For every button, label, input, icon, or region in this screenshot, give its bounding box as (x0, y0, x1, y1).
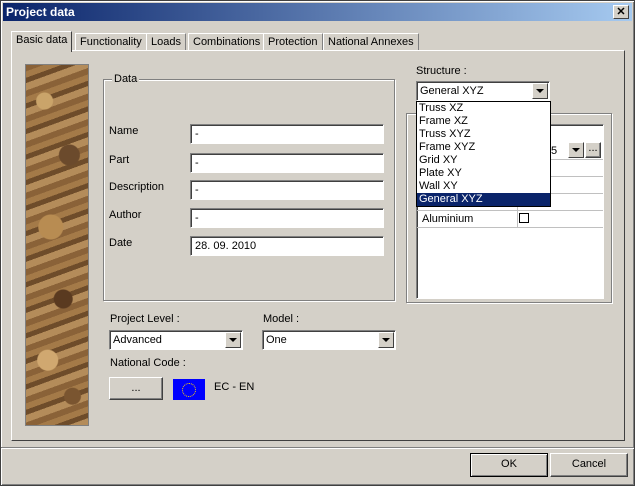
aluminium-label: Aluminium (422, 213, 474, 225)
tab-basic-data[interactable]: Basic data (11, 31, 73, 52)
structure-option[interactable]: Plate XY (417, 167, 550, 180)
title-bar: Project data ✕ (3, 3, 632, 21)
part-label: Part (109, 154, 130, 166)
part-field[interactable]: - (190, 153, 384, 173)
structure-label: Structure : (416, 65, 467, 77)
project-level-value: Advanced (113, 334, 162, 346)
project-level-select[interactable]: Advanced (109, 330, 243, 350)
window-title: Project data (6, 5, 75, 19)
tab-loads[interactable]: Loads (146, 33, 186, 51)
structure-select[interactable]: General XYZ (416, 81, 550, 101)
project-data-dialog: Project data ✕ Basic data Functionality … (0, 0, 635, 486)
author-label: Author (109, 209, 142, 221)
structure-option[interactable]: Frame XYZ (417, 141, 550, 154)
author-field[interactable]: - (190, 208, 384, 228)
structure-selected-value: General XYZ (420, 85, 484, 97)
date-field[interactable]: 28. 09. 2010 (190, 236, 384, 256)
cancel-button-label: Cancel (571, 458, 607, 470)
chevron-down-icon[interactable] (378, 332, 394, 348)
structure-option[interactable]: Grid XY (417, 154, 550, 167)
national-code-label: National Code : (110, 357, 186, 369)
grid-browse-button[interactable]: ... (585, 142, 601, 158)
structure-option[interactable]: Truss XZ (417, 102, 550, 115)
structure-option[interactable]: Wall XY (417, 180, 550, 193)
decorative-picture (25, 64, 89, 426)
data-group-legend: Data (112, 73, 140, 85)
description-label: Description (109, 181, 165, 193)
model-value: One (266, 334, 287, 346)
ok-button-label: OK (501, 458, 517, 470)
tab-combinations[interactable]: Combinations (188, 33, 266, 51)
tab-national-annexes[interactable]: National Annexes (323, 33, 419, 51)
national-code-button-label: ... (131, 382, 141, 394)
national-code-text: EC - EN (214, 381, 255, 393)
close-icon: ✕ (616, 6, 626, 18)
grid-divider (417, 210, 603, 211)
ellipsis-label: ... (588, 142, 598, 154)
structure-option[interactable]: Truss XYZ (417, 128, 550, 141)
tab-functionality[interactable]: Functionality (75, 33, 147, 51)
chevron-down-icon[interactable] (532, 83, 548, 99)
structure-option[interactable]: Frame XZ (417, 115, 550, 128)
chevron-down-icon[interactable] (568, 142, 584, 158)
eu-flag-icon (173, 379, 205, 400)
name-label: Name (109, 125, 139, 137)
model-select[interactable]: One (262, 330, 396, 350)
chevron-down-icon[interactable] (225, 332, 241, 348)
model-label: Model : (263, 313, 300, 325)
ok-button[interactable]: OK (470, 453, 548, 477)
grid-partial-value: 5 (551, 145, 558, 157)
close-button[interactable]: ✕ (613, 5, 629, 19)
project-level-label: Project Level : (110, 313, 180, 325)
tab-protection[interactable]: Protection (263, 33, 323, 51)
structure-option-selected[interactable]: General XYZ (417, 193, 550, 206)
structure-dropdown-list: Truss XZ Frame XZ Truss XYZ Frame XYZ Gr… (416, 101, 551, 207)
date-label: Date (109, 237, 133, 249)
grid-divider (417, 227, 603, 228)
name-field[interactable]: - (190, 124, 384, 144)
footer-separator (1, 447, 634, 449)
description-field[interactable]: - (190, 180, 384, 200)
national-code-button[interactable]: ... (109, 377, 163, 400)
aluminium-checkbox[interactable] (519, 213, 529, 223)
cancel-button[interactable]: Cancel (550, 453, 628, 477)
